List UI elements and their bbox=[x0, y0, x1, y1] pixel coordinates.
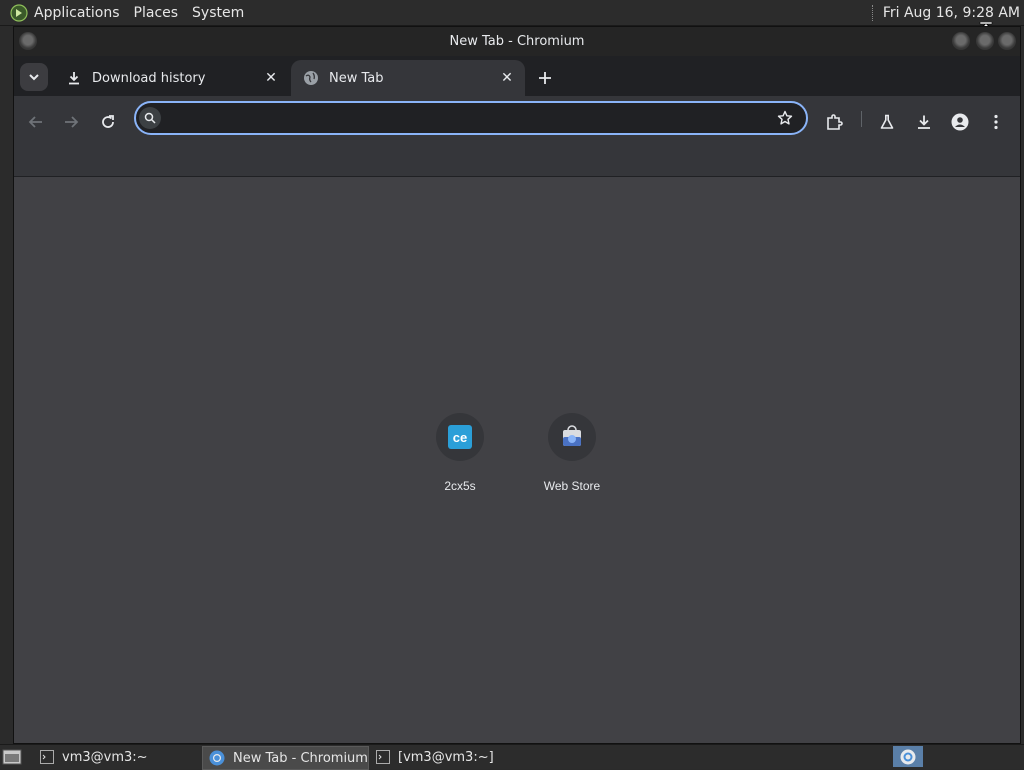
tab-title: Download history bbox=[92, 70, 206, 86]
downloads-button[interactable] bbox=[910, 108, 938, 136]
flask-icon bbox=[880, 114, 894, 129]
window-titlebar[interactable]: New Tab - Chromium bbox=[14, 27, 1020, 56]
bookmark-star-icon[interactable] bbox=[772, 105, 798, 131]
shortcut-label: Web Store bbox=[543, 479, 601, 493]
browser-toolbar bbox=[14, 96, 1020, 177]
taskbar-item-chromium[interactable]: New Tab - Chromium bbox=[202, 746, 369, 770]
tab-search-button[interactable] bbox=[20, 63, 48, 91]
download-icon bbox=[918, 115, 930, 129]
window-title: New Tab - Chromium bbox=[449, 34, 585, 49]
more-vertical-icon bbox=[994, 114, 998, 130]
shortcut-tile[interactable] bbox=[548, 413, 596, 461]
reload-icon bbox=[102, 115, 114, 128]
tab-strip: Download history ✕ New Tab ✕ bbox=[14, 56, 1020, 96]
taskbar-item-terminal[interactable]: [vm3@vm3:~] bbox=[370, 746, 540, 768]
window-menu-button[interactable] bbox=[19, 32, 37, 50]
address-bar[interactable] bbox=[134, 101, 808, 135]
ce-logo-icon: ce bbox=[448, 425, 472, 449]
terminal-icon bbox=[376, 750, 390, 764]
arrow-right-icon bbox=[65, 116, 79, 128]
clock[interactable]: Fri Aug 16, 9:28 AM bbox=[883, 5, 1020, 21]
extensions-button[interactable] bbox=[820, 108, 848, 136]
tab-new-tab[interactable]: New Tab ✕ bbox=[291, 60, 525, 96]
download-icon bbox=[66, 70, 82, 86]
taskbar-item-label: New Tab - Chromium bbox=[233, 750, 368, 766]
forward-button[interactable] bbox=[57, 108, 85, 136]
globe-icon bbox=[303, 70, 319, 86]
tab-download-history[interactable]: Download history ✕ bbox=[54, 60, 289, 96]
places-menu[interactable]: Places bbox=[134, 5, 179, 21]
search-icon bbox=[139, 107, 161, 129]
shortcut-tile[interactable]: ce bbox=[436, 413, 484, 461]
reload-button[interactable] bbox=[94, 108, 122, 136]
gnome-foot-icon[interactable] bbox=[10, 3, 28, 22]
menu-button[interactable] bbox=[982, 108, 1010, 136]
chevron-down-icon bbox=[29, 74, 39, 81]
back-button[interactable] bbox=[22, 108, 50, 136]
address-input[interactable] bbox=[167, 105, 772, 131]
shortcut-web-store[interactable]: Web Store bbox=[524, 413, 620, 493]
taskbar-item-terminal[interactable]: vm3@vm3:~ bbox=[34, 746, 196, 768]
system-menu[interactable]: System bbox=[192, 5, 244, 21]
terminal-icon bbox=[40, 750, 54, 764]
taskbar-item-label: [vm3@vm3:~] bbox=[398, 749, 494, 765]
bottom-taskbar: vm3@vm3:~ New Tab - Chromium [vm3@vm3:~] bbox=[0, 744, 1024, 770]
maximize-button[interactable] bbox=[976, 32, 994, 50]
tab-title: New Tab bbox=[329, 70, 384, 86]
chromium-icon bbox=[209, 750, 225, 766]
show-desktop-icon[interactable] bbox=[2, 748, 22, 766]
close-tab-icon[interactable]: ✕ bbox=[497, 68, 517, 88]
taskbar-item-label: vm3@vm3:~ bbox=[62, 749, 148, 765]
tray-chromium-icon[interactable] bbox=[893, 746, 923, 767]
new-tab-button[interactable] bbox=[532, 65, 558, 91]
labs-button[interactable] bbox=[873, 108, 901, 136]
minimize-button[interactable] bbox=[952, 32, 970, 50]
new-tab-page: ce 2cx5s Web Store bbox=[14, 177, 1020, 743]
puzzle-icon bbox=[827, 114, 843, 130]
close-window-button[interactable] bbox=[998, 32, 1016, 50]
web-store-icon bbox=[563, 425, 581, 446]
toolbar-separator bbox=[861, 111, 862, 127]
account-icon bbox=[951, 113, 969, 131]
top-panel: Applications Places System Fri Aug 16, 9… bbox=[0, 0, 1024, 26]
arrow-left-icon bbox=[28, 116, 42, 128]
chromium-window: New Tab - Chromium Download history ✕ Ne… bbox=[13, 26, 1021, 744]
profile-button[interactable] bbox=[946, 108, 974, 136]
shortcut-2cx5s[interactable]: ce 2cx5s bbox=[412, 413, 508, 493]
applications-menu[interactable]: Applications bbox=[34, 5, 120, 21]
close-tab-icon[interactable]: ✕ bbox=[261, 68, 281, 88]
panel-separator bbox=[871, 4, 875, 21]
plus-icon bbox=[539, 72, 551, 84]
shortcut-label: 2cx5s bbox=[444, 479, 476, 493]
